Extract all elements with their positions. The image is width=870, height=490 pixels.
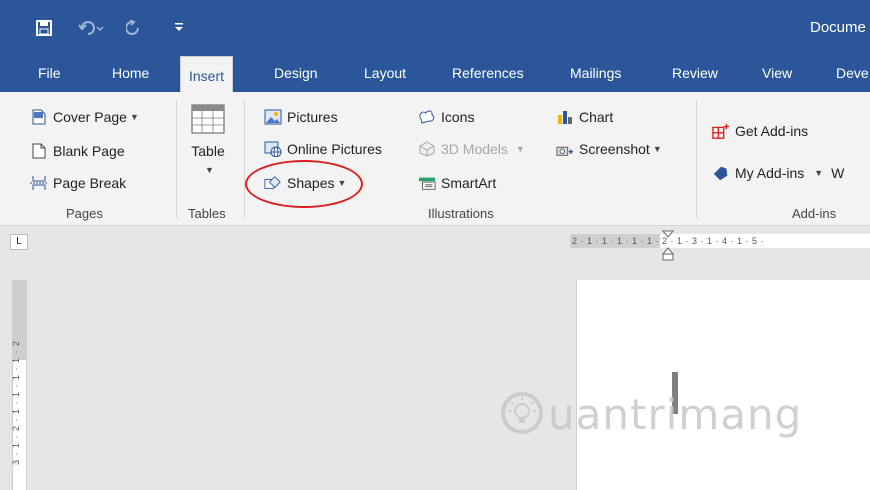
- pictures-icon: [264, 108, 282, 126]
- my-addins-label: My Add-ins: [735, 165, 805, 181]
- group-divider: [244, 100, 245, 218]
- tab-view[interactable]: View: [762, 65, 792, 81]
- chevron-down-icon: ▼: [337, 178, 347, 188]
- 3d-cube-icon: [418, 140, 436, 158]
- group-label-addins: Add-ins: [792, 206, 837, 221]
- tab-file[interactable]: File: [38, 65, 61, 81]
- pictures-button[interactable]: Pictures: [264, 108, 338, 126]
- page-break-label: Page Break: [53, 175, 127, 191]
- chevron-down-icon: ▼: [129, 112, 139, 122]
- customize-icon[interactable]: [174, 20, 184, 34]
- smartart-icon: [418, 174, 436, 192]
- watermark: uantrimang: [500, 390, 802, 439]
- cover-page-button[interactable]: Cover Page ▼: [30, 108, 139, 126]
- group-label-tables: Tables: [188, 206, 226, 221]
- undo-icon[interactable]: [78, 20, 104, 36]
- redo-icon[interactable]: [126, 20, 142, 36]
- vertical-ruler[interactable]: 3 · 1 · 2 · 1 · 1 · 1 · 1 · 2: [11, 280, 27, 490]
- shapes-label: Shapes: [287, 175, 335, 191]
- screenshot-label: Screenshot: [579, 141, 650, 157]
- 3d-models-label: 3D Models: [441, 141, 508, 157]
- store-icon: [712, 122, 730, 140]
- tab-design[interactable]: Design: [274, 65, 318, 81]
- blank-page-label: Blank Page: [53, 143, 125, 159]
- get-addins-button[interactable]: Get Add-ins: [712, 122, 808, 140]
- tab-layout[interactable]: Layout: [364, 65, 406, 81]
- smartart-label: SmartArt: [441, 175, 497, 191]
- indent-marker-icon[interactable]: [661, 230, 675, 265]
- cover-page-label: Cover Page: [53, 109, 127, 125]
- blank-page-button[interactable]: Blank Page: [30, 142, 125, 160]
- screenshot-button[interactable]: Screenshot ▼: [556, 140, 662, 158]
- tab-insert[interactable]: Insert: [180, 56, 234, 94]
- watermark-text: uantrimang: [548, 390, 803, 439]
- ruler-row: L 2 · 1 · 1 · 1 · 1 · 1 · 2 · 1 · 3 · 1 …: [0, 226, 870, 262]
- document-title: Docume: [810, 19, 866, 36]
- my-addins-icon: [712, 164, 730, 182]
- save-icon[interactable]: [36, 20, 52, 36]
- table-label: Table: [191, 143, 225, 159]
- cover-page-icon: [30, 108, 48, 126]
- group-divider: [696, 100, 697, 218]
- online-pictures-label: Online Pictures: [287, 141, 382, 157]
- tab-references[interactable]: References: [452, 65, 524, 81]
- title-bar: Docume: [0, 0, 870, 60]
- vertical-ruler-ticks: 3 · 1 · 2 · 1 · 1 · 1 · 1 · 2: [11, 340, 21, 466]
- smartart-button[interactable]: SmartArt: [418, 174, 496, 192]
- tab-mailings[interactable]: Mailings: [570, 65, 621, 81]
- tab-review[interactable]: Review: [672, 65, 718, 81]
- icons-icon: [418, 108, 436, 126]
- blank-page-icon: [30, 142, 48, 160]
- chevron-down-icon: ▼: [652, 144, 662, 154]
- screenshot-icon: [556, 140, 574, 158]
- get-addins-label: Get Add-ins: [735, 123, 809, 139]
- page-break-button[interactable]: Page Break: [30, 174, 126, 192]
- group-divider: [176, 100, 177, 218]
- shapes-icon: [264, 174, 282, 192]
- page-break-icon: [30, 174, 48, 192]
- tab-home[interactable]: Home: [112, 65, 149, 81]
- tab-developer[interactable]: Deve: [836, 65, 869, 81]
- shapes-button[interactable]: Shapes ▼: [264, 174, 346, 192]
- group-label-illustrations: Illustrations: [428, 206, 494, 221]
- online-pictures-button[interactable]: Online Pictures: [264, 140, 382, 158]
- chart-icon: [556, 108, 574, 126]
- tab-selector[interactable]: L: [10, 234, 28, 250]
- table-icon: [191, 104, 225, 137]
- icons-button[interactable]: Icons: [418, 108, 474, 126]
- pictures-label: Pictures: [287, 109, 338, 125]
- ribbon-tabs: File Home Insert Design Layout Reference…: [0, 56, 870, 94]
- lightbulb-logo-icon: [500, 391, 544, 438]
- horizontal-ruler[interactable]: 2 · 1 · 1 · 1 · 1 · 1 · 2 · 1 · 3 · 1 · …: [570, 234, 870, 248]
- icons-label: Icons: [441, 109, 475, 125]
- chevron-down-icon: ▼: [814, 168, 824, 178]
- chevron-down-icon: ▼: [205, 165, 214, 175]
- 3d-models-button[interactable]: 3D Models ▼: [418, 140, 525, 158]
- table-button[interactable]: Table ▼: [188, 104, 228, 175]
- group-label-pages: Pages: [66, 206, 103, 221]
- document-page[interactable]: [576, 280, 870, 490]
- chevron-down-icon: ▼: [515, 144, 525, 154]
- wikipedia-button-partial[interactable]: W: [831, 165, 844, 181]
- chart-button[interactable]: Chart: [556, 108, 613, 126]
- my-addins-button[interactable]: My Add-ins ▼ W: [712, 164, 844, 182]
- online-pictures-icon: [264, 140, 282, 158]
- ribbon: Cover Page ▼ Blank Page Page Break Pages …: [0, 92, 870, 226]
- chart-label: Chart: [579, 109, 614, 125]
